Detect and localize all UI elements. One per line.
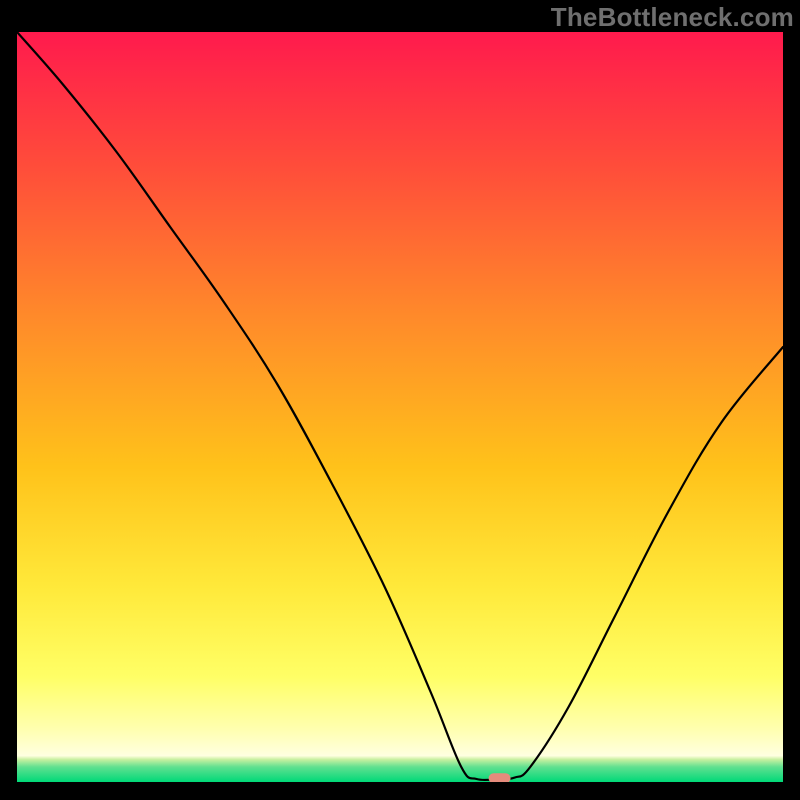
gradient-background: [17, 32, 783, 782]
watermark-label: TheBottleneck.com: [551, 2, 794, 33]
bottleneck-chart: [17, 32, 783, 782]
optimal-marker: [489, 773, 511, 782]
chart-frame: TheBottleneck.com: [0, 0, 800, 800]
